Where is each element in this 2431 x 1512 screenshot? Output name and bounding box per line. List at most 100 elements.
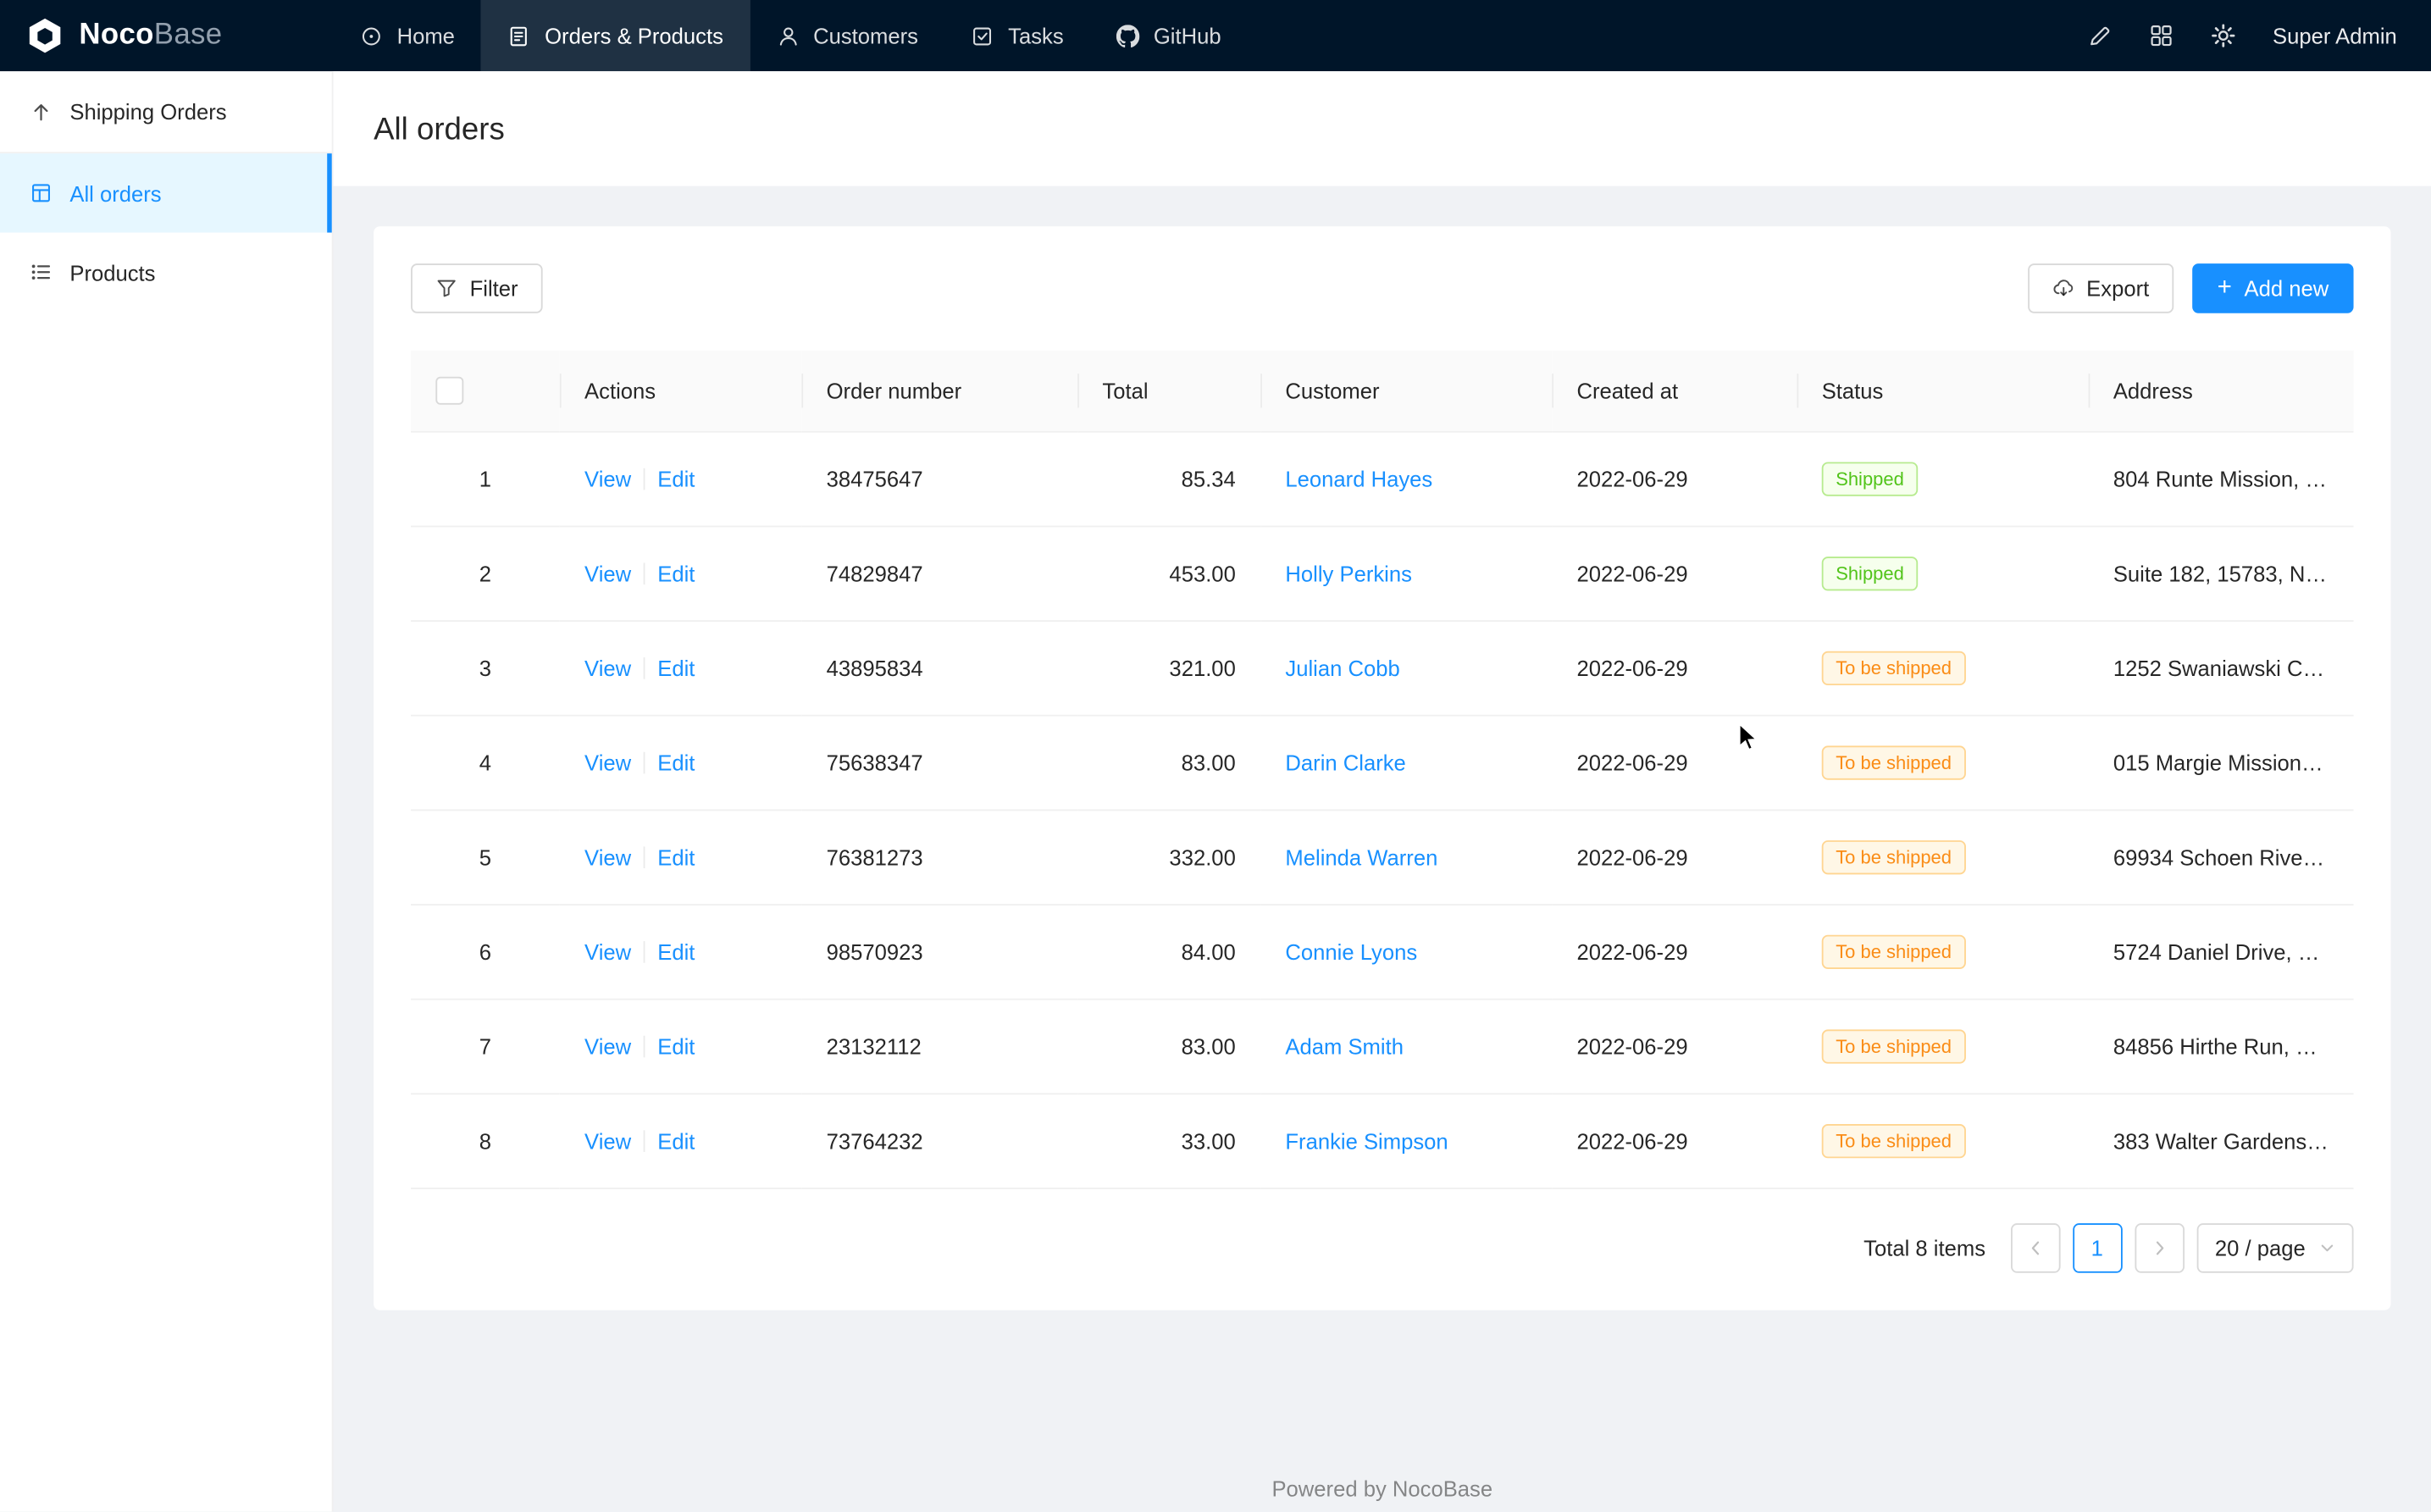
footer-text: Powered by NocoBase bbox=[1271, 1476, 1492, 1501]
navbar-tools: Super Admin bbox=[2086, 0, 2431, 71]
edit-link[interactable]: Edit bbox=[657, 467, 695, 491]
plugin-blocks-icon[interactable] bbox=[2149, 23, 2174, 47]
arrow-up-icon bbox=[30, 100, 53, 123]
row-index: 7 bbox=[411, 1000, 560, 1094]
view-link[interactable]: View bbox=[584, 656, 631, 681]
customer-link[interactable]: Melinda Warren bbox=[1285, 845, 1437, 870]
view-link[interactable]: View bbox=[584, 940, 631, 965]
user-menu[interactable]: Super Admin bbox=[2273, 23, 2397, 47]
nav-item-tasks[interactable]: Tasks bbox=[944, 0, 1090, 71]
action-divider bbox=[644, 752, 645, 774]
customer-link[interactable]: Leonard Hayes bbox=[1285, 467, 1432, 491]
select-all-checkbox[interactable] bbox=[435, 377, 463, 405]
nav-item-orders-products[interactable]: Orders & Products bbox=[481, 0, 750, 71]
gear-icon[interactable] bbox=[2211, 23, 2235, 47]
orders-table: Actions Order number Total Customer Crea… bbox=[411, 351, 2353, 1190]
table-row: 4ViewEdit7563834783.00Darin Clarke2022-0… bbox=[411, 716, 2353, 811]
created-at-cell: 2022-06-29 bbox=[1552, 1000, 1797, 1094]
main-nav: Home Orders & Products Customers Tasks G… bbox=[334, 0, 1248, 71]
order-number-cell: 38475647 bbox=[801, 432, 1077, 527]
chevron-right-icon bbox=[2150, 1239, 2168, 1258]
edit-link[interactable]: Edit bbox=[657, 750, 695, 775]
customer-link[interactable]: Adam Smith bbox=[1285, 1034, 1404, 1059]
filter-button[interactable]: Filter bbox=[411, 263, 543, 313]
column-header-address: Address bbox=[2089, 351, 2354, 433]
brand-name: NocoBase bbox=[79, 19, 222, 53]
customer-link[interactable]: Frankie Simpson bbox=[1285, 1129, 1448, 1154]
status-badge: To be shipped bbox=[1822, 651, 1966, 685]
view-link[interactable]: View bbox=[584, 467, 631, 491]
ui-editor-icon[interactable] bbox=[2086, 23, 2111, 47]
order-number-cell: 74829847 bbox=[801, 527, 1077, 622]
table-row: 5ViewEdit76381273332.00Melinda Warren202… bbox=[411, 811, 2353, 906]
order-number-cell: 23132112 bbox=[801, 1000, 1077, 1094]
nav-item-label: Tasks bbox=[1008, 23, 1064, 47]
sidebar-item-all-orders[interactable]: All orders bbox=[0, 153, 332, 232]
view-link[interactable]: View bbox=[584, 562, 631, 586]
export-button[interactable]: Export bbox=[2028, 263, 2174, 313]
nav-item-home[interactable]: Home bbox=[334, 0, 482, 71]
pagination-total: Total 8 items bbox=[1863, 1236, 1985, 1260]
edit-link[interactable]: Edit bbox=[657, 1034, 695, 1059]
action-divider bbox=[644, 563, 645, 585]
sidebar-item-label: Shipping Orders bbox=[69, 99, 226, 124]
filter-button-label: Filter bbox=[470, 276, 518, 301]
action-divider bbox=[644, 658, 645, 680]
row-index: 4 bbox=[411, 716, 560, 811]
view-link[interactable]: View bbox=[584, 750, 631, 775]
action-divider bbox=[644, 468, 645, 490]
list-icon bbox=[30, 261, 53, 284]
page-header: All orders bbox=[334, 71, 2431, 186]
page-size-select[interactable]: 20 / page bbox=[2196, 1224, 2354, 1274]
sidebar-item-shipping-orders[interactable]: Shipping Orders bbox=[0, 71, 332, 153]
add-new-button[interactable]: + Add new bbox=[2193, 263, 2354, 313]
address-cell: 804 Runte Mission, Suite 182, 15783, Nor… bbox=[2089, 432, 2354, 527]
table-header: Actions Order number Total Customer Crea… bbox=[411, 351, 2353, 433]
check-square-icon bbox=[971, 24, 994, 47]
page-number-button[interactable]: 1 bbox=[2073, 1224, 2123, 1274]
chevron-down-icon bbox=[2319, 1241, 2334, 1256]
customer-link[interactable]: Connie Lyons bbox=[1285, 940, 1417, 965]
view-link[interactable]: View bbox=[584, 1034, 631, 1059]
edit-link[interactable]: Edit bbox=[657, 562, 695, 586]
created-at-cell: 2022-06-29 bbox=[1552, 811, 1797, 906]
brand[interactable]: NocoBase bbox=[0, 0, 334, 71]
brand-name-bold: Noco bbox=[79, 19, 153, 51]
view-link[interactable]: View bbox=[584, 845, 631, 870]
nav-item-label: Orders & Products bbox=[545, 23, 723, 47]
edit-link[interactable]: Edit bbox=[657, 1129, 695, 1154]
view-link[interactable]: View bbox=[584, 1129, 631, 1154]
customer-link[interactable]: Julian Cobb bbox=[1285, 656, 1399, 681]
table-icon bbox=[30, 181, 53, 204]
sidebar-item-products[interactable]: Products bbox=[0, 233, 332, 312]
nav-item-label: GitHub bbox=[1154, 23, 1221, 47]
next-page-button[interactable] bbox=[2135, 1224, 2185, 1274]
column-header-actions: Actions bbox=[560, 351, 802, 433]
order-total-cell: 321.00 bbox=[1077, 622, 1260, 717]
row-index: 5 bbox=[411, 811, 560, 906]
action-divider bbox=[644, 1131, 645, 1153]
main-content: All orders Filter Export + Add new bbox=[334, 71, 2431, 1511]
column-header-created-at: Created at bbox=[1552, 351, 1797, 433]
sidebar-item-label: All orders bbox=[69, 180, 161, 205]
nav-item-customers[interactable]: Customers bbox=[750, 0, 944, 71]
nav-item-github[interactable]: GitHub bbox=[1090, 0, 1248, 71]
prev-page-button[interactable] bbox=[2010, 1224, 2060, 1274]
edit-link[interactable]: Edit bbox=[657, 940, 695, 965]
order-total-cell: 33.00 bbox=[1077, 1094, 1260, 1189]
status-badge: To be shipped bbox=[1822, 1125, 1966, 1159]
edit-link[interactable]: Edit bbox=[657, 845, 695, 870]
chevron-left-icon bbox=[2026, 1239, 2045, 1258]
export-button-label: Export bbox=[2086, 276, 2149, 301]
customer-link[interactable]: Holly Perkins bbox=[1285, 562, 1412, 586]
table-row: 7ViewEdit2313211283.00Adam Smith2022-06-… bbox=[411, 1000, 2353, 1094]
status-badge: To be shipped bbox=[1822, 746, 1966, 780]
edit-link[interactable]: Edit bbox=[657, 656, 695, 681]
row-index: 1 bbox=[411, 432, 560, 527]
order-total-cell: 84.00 bbox=[1077, 906, 1260, 1000]
customer-link[interactable]: Darin Clarke bbox=[1285, 750, 1405, 775]
table-toolbar: Filter Export + Add new bbox=[411, 263, 2353, 313]
table-row: 8ViewEdit7376423233.00Frankie Simpson202… bbox=[411, 1094, 2353, 1189]
order-total-cell: 85.34 bbox=[1077, 432, 1260, 527]
github-icon bbox=[1116, 24, 1139, 47]
